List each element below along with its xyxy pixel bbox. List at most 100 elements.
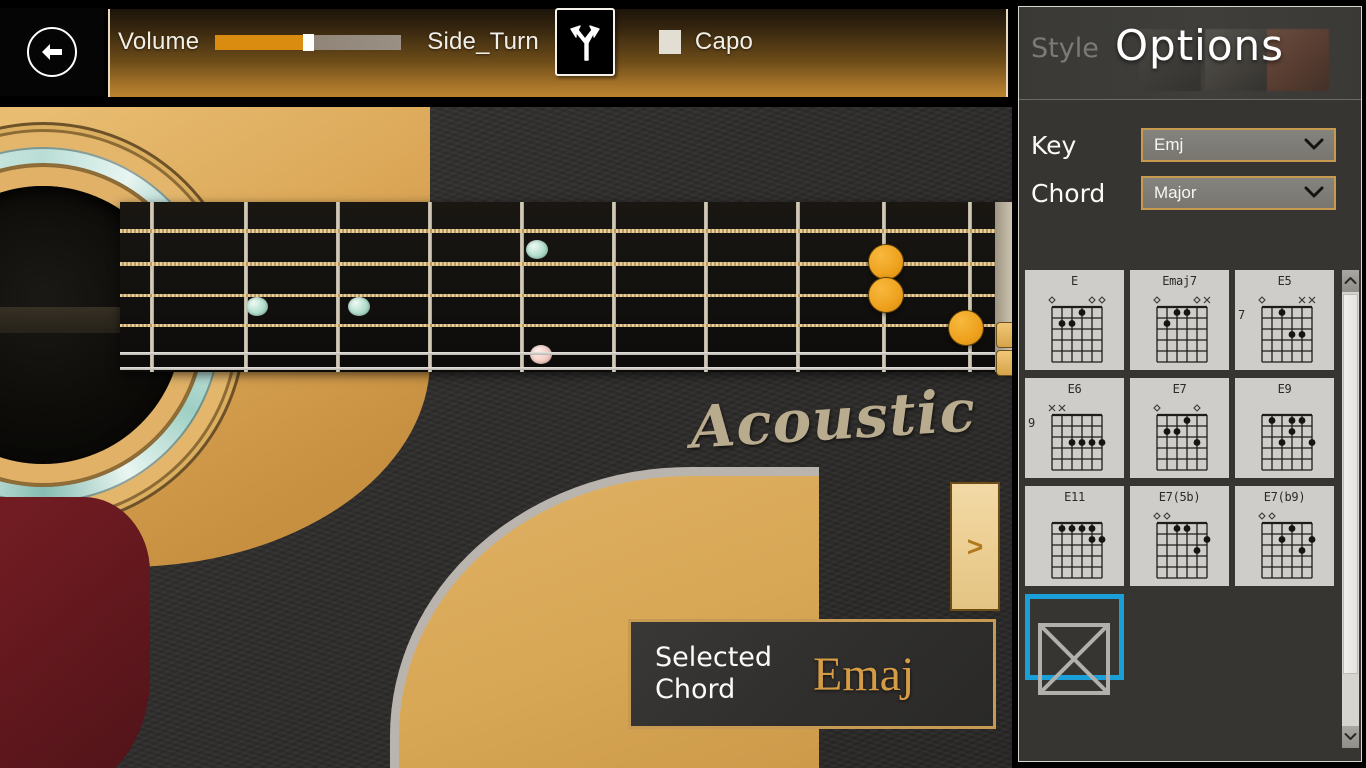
panel-body: Key Emj Chord Major E Emaj7 E5 7 E6 9 E7… — [1019, 100, 1361, 761]
next-arrow-icon: > — [966, 530, 984, 562]
chord-card[interactable]: E7 — [1130, 378, 1229, 478]
chevron-down-icon — [1304, 137, 1324, 156]
options-panel-inner: Style Options Key Emj Chord Major E Emaj… — [1018, 6, 1362, 762]
guitar-string[interactable] — [120, 229, 1012, 233]
fingering-dot[interactable] — [868, 244, 904, 280]
app-root: Volume Side_Turn Capo Acoustic > Selecte… — [0, 0, 1366, 768]
fingering-dot[interactable] — [868, 277, 904, 313]
chevron-down-icon — [1344, 728, 1357, 746]
empty-slot-icon — [1037, 602, 1111, 695]
chord-card[interactable]: Emaj7 — [1130, 270, 1229, 370]
control-row: Volume Side_Turn Capo — [110, 8, 754, 76]
chord-card-base-fret: 7 — [1238, 308, 1246, 322]
tuning-peg[interactable] — [996, 350, 1012, 376]
chord-card[interactable]: E7(5b) — [1130, 486, 1229, 586]
chord-card-name: Emaj7 — [1162, 274, 1197, 288]
control-bar: Volume Side_Turn Capo — [108, 8, 1008, 97]
chord-card[interactable]: E — [1025, 270, 1124, 370]
side-turn-button[interactable] — [554, 8, 615, 76]
selected-chord-label-line1: Selected — [655, 642, 773, 674]
chord-diagram — [1050, 521, 1105, 579]
chord-field-row: Chord Major — [1031, 176, 1351, 210]
volume-slider-fill — [215, 34, 303, 50]
chord-diagram-grid: E Emaj7 E5 7 E6 9 E7 E9 E11 E7(5b) E7(b9) — [1025, 270, 1335, 695]
chord-diagram — [1257, 296, 1315, 363]
chord-card-name: E11 — [1064, 490, 1085, 504]
scroll-up-button[interactable] — [1342, 270, 1359, 292]
fret — [612, 202, 616, 372]
chord-card[interactable]: E9 — [1235, 378, 1334, 478]
chord-card[interactable]: E7(b9) — [1235, 486, 1334, 586]
selected-chord-label: Selected Chord — [655, 642, 783, 706]
fret — [796, 202, 800, 372]
key-label: Key — [1031, 130, 1077, 160]
chord-card-name: E5 — [1277, 274, 1292, 288]
volume-label: Volume — [118, 28, 200, 55]
guitar-string[interactable] — [120, 324, 1012, 327]
volume-slider[interactable] — [215, 33, 402, 51]
next-button[interactable]: > — [950, 482, 1000, 611]
capo-checkbox[interactable] — [658, 30, 681, 54]
fret — [968, 202, 972, 372]
chord-diagram — [1152, 512, 1210, 579]
fret — [150, 202, 154, 372]
scrollbar-thumb[interactable] — [1343, 294, 1358, 674]
volume-slider-thumb[interactable] — [302, 33, 314, 51]
fret — [520, 202, 524, 372]
chord-card-name: E7(5b) — [1158, 490, 1201, 504]
chord-card-name: E — [1071, 274, 1078, 288]
scroll-down-button[interactable] — [1342, 726, 1359, 748]
selected-chord-label-line2: Chord — [655, 674, 736, 705]
chord-dropdown[interactable]: Major — [1141, 176, 1336, 210]
tuning-peg[interactable] — [996, 322, 1012, 348]
fret — [704, 202, 708, 372]
chord-diagram — [1152, 404, 1208, 471]
fretboard[interactable] — [120, 202, 1012, 372]
chord-diagram — [1152, 296, 1210, 363]
chord-card-base-fret: 9 — [1028, 416, 1036, 430]
fret-inlay — [526, 240, 548, 259]
tab-style[interactable]: Style — [1031, 33, 1099, 64]
side-turn-label: Side_Turn — [427, 28, 539, 55]
fret-inlay — [348, 297, 370, 316]
chevron-up-icon — [1344, 272, 1357, 290]
chord-diagram — [1257, 512, 1315, 579]
selected-chord-value: Emaj — [813, 647, 915, 701]
tab-options[interactable]: Options — [1115, 21, 1284, 70]
chord-dropdown-value: Major — [1154, 183, 1197, 202]
selected-chord-panel: Selected Chord Emaj — [628, 619, 996, 729]
pickguard — [0, 497, 150, 768]
fret — [428, 202, 432, 372]
chord-card-selected[interactable] — [1025, 594, 1124, 695]
chord-diagram — [1260, 413, 1315, 471]
chord-card[interactable]: E5 7 — [1235, 270, 1334, 370]
fret — [336, 202, 340, 372]
guitar-stage: Acoustic > Selected Chord Emaj — [0, 107, 1012, 768]
chord-label: Chord — [1031, 178, 1106, 208]
toolbar: Volume Side_Turn Capo — [0, 0, 1012, 104]
chord-card-name: E7(b9) — [1263, 490, 1306, 504]
fret — [244, 202, 248, 372]
chord-card-name: E7 — [1172, 382, 1187, 396]
fork-split-arrow-icon — [567, 19, 603, 66]
guitar-string[interactable] — [120, 352, 1012, 355]
chord-card[interactable]: E11 — [1025, 486, 1124, 586]
guitar-string[interactable] — [120, 367, 1012, 370]
chord-diagram — [1047, 296, 1106, 363]
chord-list-scrollbar[interactable] — [1342, 270, 1359, 748]
fret-inlay — [246, 297, 268, 316]
back-arrow-icon — [27, 27, 77, 77]
chord-diagram — [1048, 404, 1105, 471]
chord-card-name: E9 — [1277, 382, 1292, 396]
back-button[interactable] — [0, 8, 104, 96]
key-field-row: Key Emj — [1031, 128, 1351, 162]
fingering-dot[interactable] — [948, 310, 984, 346]
chord-card-name: E6 — [1067, 382, 1082, 396]
key-dropdown[interactable]: Emj — [1141, 128, 1336, 162]
chord-card[interactable]: E6 9 — [1025, 378, 1124, 478]
panel-header: Style Options — [1019, 7, 1361, 100]
options-panel: Style Options Key Emj Chord Major E Emaj… — [1016, 0, 1366, 768]
key-dropdown-value: Emj — [1154, 135, 1184, 154]
capo-label: Capo — [694, 28, 754, 55]
chord-diagram-list[interactable]: E Emaj7 E5 7 E6 9 E7 E9 E11 E7(5b) E7(b9) — [1025, 270, 1351, 748]
